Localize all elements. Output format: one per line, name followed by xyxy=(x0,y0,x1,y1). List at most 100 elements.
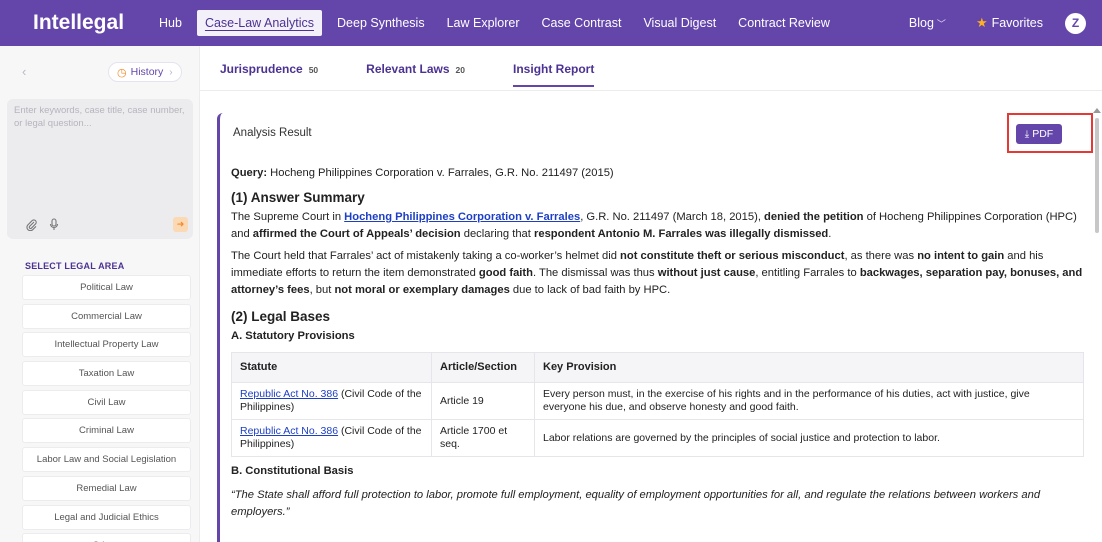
summary-paragraph-1: The Supreme Court in Hocheng Philippines… xyxy=(231,209,1091,243)
report-content: Query: Hocheng Philippines Corporation v… xyxy=(231,165,1091,521)
history-button[interactable]: ◷ History › xyxy=(108,62,182,82)
app-logo[interactable]: Intellegal xyxy=(33,11,148,35)
favorites-label: Favorites xyxy=(991,16,1043,30)
statute-link[interactable]: Republic Act No. 386 xyxy=(240,425,338,437)
analysis-result-label: Analysis Result xyxy=(233,127,312,139)
avatar[interactable]: Z xyxy=(1065,12,1086,34)
text: , G.R. No. 211497 (March 18, 2015), xyxy=(580,211,765,223)
pdf-label: PDF xyxy=(1032,128,1054,140)
nav-hub[interactable]: Hub xyxy=(148,0,193,46)
provision-cell: Every person must, in the exercise of hi… xyxy=(534,382,1084,420)
area-legal-ethics[interactable]: Legal and Judicial Ethics xyxy=(22,504,191,530)
send-icon[interactable]: ➜ xyxy=(173,217,188,232)
bold-text: good faith xyxy=(478,267,533,279)
nav-contract-review[interactable]: Contract Review xyxy=(727,0,841,46)
statute-link[interactable]: Republic Act No. 386 xyxy=(240,388,338,400)
column-header: Article/Section xyxy=(431,352,535,383)
bold-text: respondent Antonio M. Farrales was illeg… xyxy=(534,228,829,240)
table-header-row: Statute Article/Section Key Provision xyxy=(231,352,1084,383)
history-label: History xyxy=(130,66,164,78)
area-others[interactable]: Others xyxy=(22,533,191,542)
statute-cell: Republic Act No. 386 (Civil Code of the … xyxy=(231,419,432,457)
nav-case-contrast[interactable]: Case Contrast xyxy=(531,0,633,46)
card-header: Analysis Result ⤓ PDF xyxy=(220,113,1093,153)
text: , as there was xyxy=(844,250,918,262)
query-text: Hocheng Philippines Corporation v. Farra… xyxy=(267,167,614,179)
tab-insight-report[interactable]: Insight Report xyxy=(513,62,595,87)
area-ip-law[interactable]: Intellectual Property Law xyxy=(22,332,191,358)
search-box: ➜ xyxy=(7,99,193,239)
area-labor-law[interactable]: Labor Law and Social Legislation xyxy=(22,447,191,473)
download-icon: ⤓ xyxy=(1024,128,1030,140)
result-tabs: Jurisprudence 50 Relevant Laws 20 Insight … xyxy=(220,62,642,87)
sidebar: ‹ ◷ History › ➜ SELECT LEGAL AREA Politi… xyxy=(0,46,200,542)
statute-table: Statute Article/Section Key Provision Re… xyxy=(231,352,1084,457)
nav-visual-digest[interactable]: Visual Digest xyxy=(632,0,727,46)
text: . The dismissal was thus xyxy=(532,267,658,279)
tab-label: Relevant Laws xyxy=(366,62,450,76)
summary-paragraph-2: The Court held that Farrales’ act of mis… xyxy=(231,248,1091,299)
main-nav: Hub Case-Law Analytics Deep Synthesis La… xyxy=(148,0,841,46)
sidebar-top: ‹ ◷ History › xyxy=(0,46,199,96)
subsection-constitutional: B. Constitutional Basis xyxy=(231,465,354,477)
search-input[interactable] xyxy=(7,99,193,189)
article-cell: Article 1700 et seq. xyxy=(431,419,535,457)
tab-count: 20 xyxy=(455,65,466,75)
chevron-down-icon: ﹀ xyxy=(936,19,946,29)
scrollbar[interactable] xyxy=(1095,118,1099,233)
table-row: Republic Act No. 386 (Civil Code of the … xyxy=(231,419,1084,457)
nav-law-explorer[interactable]: Law Explorer xyxy=(436,0,531,46)
star-icon: ★ xyxy=(975,15,988,30)
area-remedial-law[interactable]: Remedial Law xyxy=(22,475,191,501)
case-link[interactable]: Hocheng Philippines Corporation v. Farra… xyxy=(344,211,580,223)
tab-count: 50 xyxy=(308,65,319,75)
table-row: Republic Act No. 386 (Civil Code of the … xyxy=(231,382,1084,420)
nav-deep-synthesis[interactable]: Deep Synthesis xyxy=(326,0,436,46)
area-political-law[interactable]: Political Law xyxy=(22,275,191,300)
scroll-up-arrow[interactable] xyxy=(1093,108,1101,113)
main-panel: Jurisprudence 50 Relevant Laws 20 Insight … xyxy=(200,46,1102,542)
blog-label: Blog xyxy=(908,16,934,30)
paperclip-icon[interactable] xyxy=(26,219,37,234)
nav-right: Blog ﹀ ★ Favorites Z xyxy=(909,0,1102,46)
pdf-download-button[interactable]: ⤓ PDF xyxy=(1016,124,1062,144)
area-list: Political Law Commercial Law Intellectua… xyxy=(22,275,191,542)
blog-menu[interactable]: Blog ﹀ xyxy=(909,16,946,30)
text: The Court held that Farrales’ act of mis… xyxy=(231,250,621,262)
provision-cell: Labor relations are governed by the prin… xyxy=(534,419,1084,457)
bold-text: not constitute theft or serious miscondu… xyxy=(620,250,845,262)
constitutional-quote: “The State shall afford full protection … xyxy=(231,489,1041,518)
mic-icon[interactable] xyxy=(49,218,59,236)
bold-text: denied the petition xyxy=(764,211,864,223)
back-icon[interactable]: ‹ xyxy=(22,64,26,79)
text: , entitling Farrales to xyxy=(755,267,860,279)
text: , but xyxy=(309,284,335,296)
area-civil-law[interactable]: Civil Law xyxy=(22,389,191,415)
tab-relevant-laws[interactable]: Relevant Laws 20 xyxy=(366,62,465,87)
article-cell: Article 19 xyxy=(431,382,535,420)
area-title: SELECT LEGAL AREA xyxy=(25,261,125,271)
query-line: Query: Hocheng Philippines Corporation v… xyxy=(231,165,1091,182)
bold-text: not moral or exemplary damages xyxy=(334,284,510,296)
area-taxation-law[interactable]: Taxation Law xyxy=(22,361,191,387)
tab-jurisprudence[interactable]: Jurisprudence 50 xyxy=(220,62,318,87)
top-navbar: Intellegal Hub Case-Law Analytics Deep S… xyxy=(0,0,1102,46)
area-commercial-law[interactable]: Commercial Law xyxy=(22,303,191,329)
column-header: Key Provision xyxy=(534,352,1084,383)
section-legal-bases: (2) Legal Bases xyxy=(231,309,331,324)
query-label: Query: xyxy=(231,167,268,179)
nav-case-law-analytics[interactable]: Case-Law Analytics xyxy=(196,10,323,36)
section-answer-summary: (1) Answer Summary xyxy=(231,190,365,205)
text: due to lack of bad faith by HPC. xyxy=(509,284,671,296)
tab-divider xyxy=(200,90,1102,91)
area-criminal-law[interactable]: Criminal Law xyxy=(22,418,191,444)
bold-text: affirmed the Court of Appeals’ decision xyxy=(252,228,461,240)
insight-report-card: Analysis Result ⤓ PDF Query: Hocheng Phi… xyxy=(217,113,1093,542)
text: declaring that xyxy=(460,228,534,240)
bold-text: no intent to gain xyxy=(917,250,1005,262)
column-header: Statute xyxy=(231,352,432,383)
text: . xyxy=(828,228,832,240)
favorites-button[interactable]: ★ Favorites xyxy=(976,15,1043,31)
tab-label: Jurisprudence xyxy=(220,62,303,76)
statute-cell: Republic Act No. 386 (Civil Code of the … xyxy=(231,382,432,420)
